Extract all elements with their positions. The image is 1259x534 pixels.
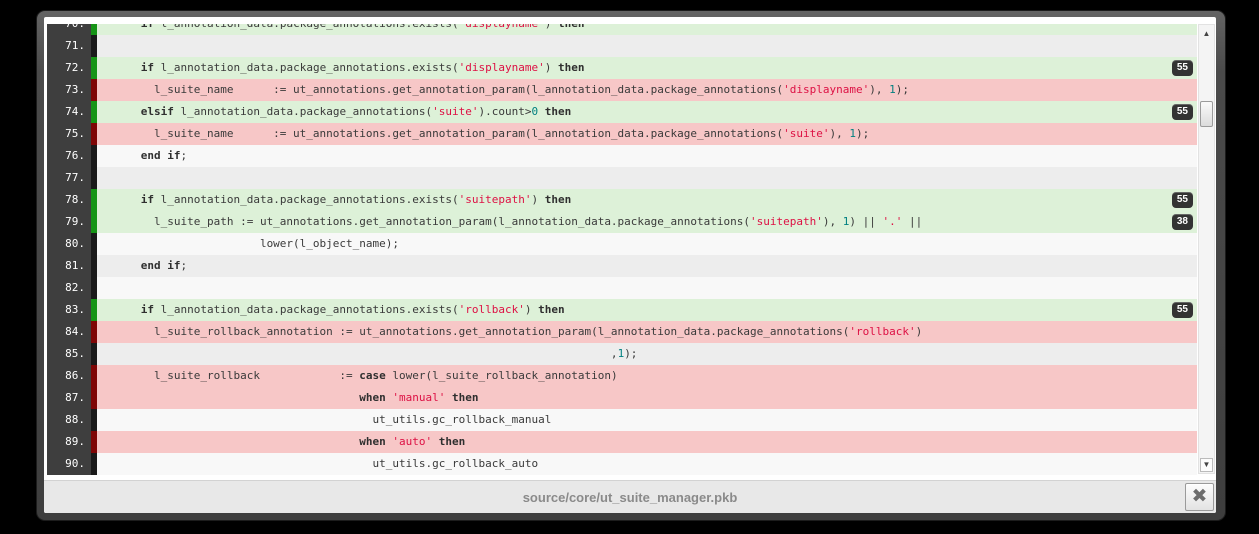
hit-count-badge: 55 — [1172, 104, 1193, 120]
file-path-footer: source/core/ut_suite_manager.pkb — [44, 480, 1216, 513]
line-number: 80. — [47, 233, 91, 255]
coverage-report-window: 70. if l_annotation_data.package_annotat… — [36, 10, 1226, 521]
code-text: l_suite_rollback := case lower(l_suite_r… — [97, 365, 1197, 387]
code-line: 73. l_suite_name := ut_annotations.get_a… — [47, 79, 1197, 101]
code-line: 80. lower(l_object_name); — [47, 233, 1197, 255]
line-number: 88. — [47, 409, 91, 431]
line-number: 86. — [47, 365, 91, 387]
code-line: 89. when 'auto' then — [47, 431, 1197, 453]
line-number: 72. — [47, 57, 91, 79]
code-text — [97, 35, 1197, 57]
code-line: 76. end if; — [47, 145, 1197, 167]
line-number: 85. — [47, 343, 91, 365]
code-line: 74. elsif l_annotation_data.package_anno… — [47, 101, 1197, 123]
code-text — [97, 167, 1197, 189]
scroll-down-icon[interactable]: ▼ — [1200, 458, 1213, 472]
code-line: 72. if l_annotation_data.package_annotat… — [47, 57, 1197, 79]
code-text: l_suite_rollback_annotation := ut_annota… — [97, 321, 1197, 343]
code-text: end if; — [97, 255, 1197, 277]
line-number: 73. — [47, 79, 91, 101]
line-number: 76. — [47, 145, 91, 167]
line-number: 90. — [47, 453, 91, 475]
scroll-up-icon[interactable]: ▲ — [1199, 27, 1214, 40]
line-number: 70. — [47, 24, 91, 35]
code-line: 81. end if; — [47, 255, 1197, 277]
code-text: ut_utils.gc_rollback_manual — [97, 409, 1197, 431]
code-text: ,1); — [97, 343, 1197, 365]
hit-count-badge: 55 — [1172, 60, 1193, 76]
code-text: if l_annotation_data.package_annotations… — [97, 189, 1197, 211]
code-line: 82. — [47, 277, 1197, 299]
code-text: l_suite_name := ut_annotations.get_annot… — [97, 123, 1197, 145]
code-line: 85. ,1); — [47, 343, 1197, 365]
hit-count-badge: 38 — [1172, 214, 1193, 230]
line-number: 84. — [47, 321, 91, 343]
file-path-label: source/core/ut_suite_manager.pkb — [523, 490, 738, 505]
source-code-coverage-view: 70. if l_annotation_data.package_annotat… — [47, 24, 1197, 475]
line-number: 89. — [47, 431, 91, 453]
code-line: 78. if l_annotation_data.package_annotat… — [47, 189, 1197, 211]
code-line: 75. l_suite_name := ut_annotations.get_a… — [47, 123, 1197, 145]
code-line: 77. — [47, 167, 1197, 189]
code-line: 87. when 'manual' then — [47, 387, 1197, 409]
line-number: 77. — [47, 167, 91, 189]
code-text: when 'auto' then — [97, 431, 1197, 453]
code-text: ut_utils.gc_rollback_auto — [97, 453, 1197, 475]
code-text: elsif l_annotation_data.package_annotati… — [97, 101, 1197, 123]
line-number: 83. — [47, 299, 91, 321]
close-icon[interactable]: ✖ — [1185, 483, 1214, 511]
line-number: 78. — [47, 189, 91, 211]
code-line: 70. if l_annotation_data.package_annotat… — [47, 24, 1197, 35]
hit-count-badge: 55 — [1172, 192, 1193, 208]
code-text: if l_annotation_data.package_annotations… — [97, 57, 1197, 79]
line-number: 82. — [47, 277, 91, 299]
code-text: when 'manual' then — [97, 387, 1197, 409]
code-text: end if; — [97, 145, 1197, 167]
code-line: 88. ut_utils.gc_rollback_manual — [47, 409, 1197, 431]
line-number: 81. — [47, 255, 91, 277]
code-text: l_suite_path := ut_annotations.get_annot… — [97, 211, 1197, 233]
code-line: 84. l_suite_rollback_annotation := ut_an… — [47, 321, 1197, 343]
code-line: 90. ut_utils.gc_rollback_auto — [47, 453, 1197, 475]
vertical-scrollbar[interactable]: ▲ ▼ — [1198, 24, 1215, 474]
scrollbar-thumb[interactable] — [1200, 101, 1213, 127]
line-number: 74. — [47, 101, 91, 123]
code-text: lower(l_object_name); — [97, 233, 1197, 255]
code-line: 79. l_suite_path := ut_annotations.get_a… — [47, 211, 1197, 233]
code-text: if l_annotation_data.package_annotations… — [97, 299, 1197, 321]
code-line: 83. if l_annotation_data.package_annotat… — [47, 299, 1197, 321]
code-text — [97, 277, 1197, 299]
code-line: 86. l_suite_rollback := case lower(l_sui… — [47, 365, 1197, 387]
screen-background: 70. if l_annotation_data.package_annotat… — [0, 0, 1259, 534]
code-text: if l_annotation_data.package_annotations… — [97, 24, 1197, 35]
line-number: 71. — [47, 35, 91, 57]
hit-count-badge: 55 — [1172, 302, 1193, 318]
code-line: 71. — [47, 35, 1197, 57]
line-number: 79. — [47, 211, 91, 233]
line-number: 87. — [47, 387, 91, 409]
line-number: 75. — [47, 123, 91, 145]
window-content: 70. if l_annotation_data.package_annotat… — [44, 17, 1216, 513]
code-text: l_suite_name := ut_annotations.get_annot… — [97, 79, 1197, 101]
